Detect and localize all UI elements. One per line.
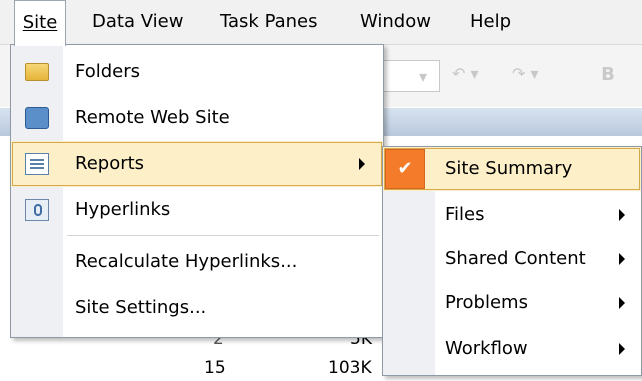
redo-icon[interactable]: ↷ ▾ <box>512 64 539 83</box>
menu-task-panes[interactable]: Task Panes <box>220 0 318 44</box>
bold-button[interactable]: B <box>590 57 626 93</box>
submenu-item-shared-content[interactable]: Shared Content <box>383 237 641 281</box>
menu-item-recalculate-hyperlinks[interactable]: Recalculate Hyperlinks... <box>11 239 383 285</box>
menu-data-view[interactable]: Data View <box>92 0 183 44</box>
remote-web-site-icon <box>25 107 49 129</box>
menu-item-label: Recalculate Hyperlinks... <box>75 251 298 272</box>
toolbar-dropdown[interactable]: ▾ <box>380 60 440 92</box>
menu-item-label: Reports <box>75 153 145 174</box>
menu-item-hyperlinks[interactable]: Hyperlinks <box>11 187 383 233</box>
site-menu: Folders Remote Web Site Reports Hyperlin… <box>10 44 384 338</box>
menu-item-label: Site Summary <box>445 158 573 179</box>
submenu-item-site-summary[interactable]: ✔ Site Summary <box>383 147 641 191</box>
hyperlinks-icon <box>25 199 49 221</box>
menu-item-label: Folders <box>75 61 141 82</box>
menu-help[interactable]: Help <box>470 0 511 44</box>
submenu-arrow-icon <box>619 253 625 265</box>
checkmark-icon: ✔ <box>385 149 425 189</box>
menu-separator <box>67 235 379 236</box>
menu-item-remote-web-site[interactable]: Remote Web Site <box>11 95 383 141</box>
list-cell-count: 15 <box>204 358 226 378</box>
menu-site[interactable]: Site <box>14 0 66 46</box>
menu-item-label: Workflow <box>445 338 528 359</box>
submenu-arrow-icon <box>619 297 625 309</box>
submenu-arrow-icon <box>619 209 625 221</box>
menu-item-label: Remote Web Site <box>75 107 230 128</box>
menu-item-label: Files <box>445 204 485 225</box>
menu-item-folders[interactable]: Folders <box>11 49 383 95</box>
submenu-arrow-icon <box>359 158 365 170</box>
submenu-arrow-icon <box>619 343 625 355</box>
menu-item-site-settings[interactable]: Site Settings... <box>11 285 383 331</box>
menu-item-label: Hyperlinks <box>75 199 171 220</box>
menu-item-label: Site Settings... <box>75 297 207 318</box>
menu-item-label: Problems <box>445 292 528 313</box>
reports-submenu: ✔ Site Summary Files Shared Content Prob… <box>382 146 642 376</box>
menu-item-label: Shared Content <box>445 248 586 269</box>
undo-icon[interactable]: ↶ ▾ <box>452 64 479 83</box>
folder-icon <box>25 63 49 81</box>
menu-item-reports[interactable]: Reports <box>11 141 383 187</box>
submenu-item-problems[interactable]: Problems <box>383 281 641 325</box>
submenu-item-workflow[interactable]: Workflow <box>383 327 641 371</box>
submenu-item-files[interactable]: Files <box>383 193 641 237</box>
list-cell-size: 103K <box>328 358 372 378</box>
reports-icon <box>25 153 49 175</box>
menubar: Site Data View Task Panes Window Help <box>0 0 642 46</box>
dropdown-arrow-icon: ▾ <box>419 67 428 86</box>
menu-window[interactable]: Window <box>360 0 431 44</box>
